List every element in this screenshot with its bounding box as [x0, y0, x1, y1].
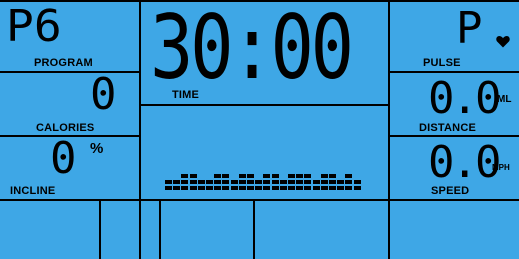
incline-unit: %: [90, 140, 104, 157]
profile-bar-segment: [222, 186, 230, 190]
profile-bar-segment: [222, 174, 230, 178]
profile-bar-segment: [165, 180, 172, 184]
speed-label: SPEED: [431, 185, 470, 197]
profile-bar-segment: [197, 186, 205, 190]
profile-bar-segment: [271, 174, 279, 178]
time-value: 30:00: [150, 0, 354, 99]
empty-segment: [0, 201, 99, 259]
profile-bar-segment: [214, 180, 222, 184]
profile-bar-segment: [279, 186, 287, 190]
profile-bar-segment: [288, 186, 295, 190]
profile-bar-segment: [173, 180, 181, 184]
pulse-value: P: [456, 3, 483, 54]
profile-bar-segment: [296, 174, 304, 178]
program-value: P6: [6, 1, 62, 52]
speed-unit: MPH: [492, 163, 510, 172]
profile-bar-segment: [238, 174, 246, 178]
profile-bar-segment: [222, 180, 230, 184]
distance-label: DISTANCE: [419, 122, 477, 134]
empty-segment: [255, 201, 388, 259]
profile-bar-segment: [271, 180, 279, 184]
profile-bar-segment: [230, 186, 238, 190]
profile-bar-segment: [206, 186, 213, 190]
profile-bar-segment: [238, 180, 246, 184]
divider: [0, 71, 140, 73]
incline-label: INCLINE: [10, 185, 56, 197]
profile-bar-segment: [320, 174, 328, 178]
incline-value: 0: [50, 133, 77, 184]
divider: [140, 104, 389, 106]
incline-profile-bargraph: [165, 158, 365, 194]
profile-bar-segment: [214, 174, 222, 178]
empty-segment: [101, 201, 159, 259]
distance-unit: ML: [497, 94, 512, 105]
profile-bar-segment: [238, 186, 246, 190]
profile-bar-segment: [345, 174, 353, 178]
speed-value: 0.0: [428, 137, 502, 188]
profile-bar-segment: [181, 174, 189, 178]
time-label: TIME: [172, 89, 200, 101]
profile-bar-segment: [263, 186, 271, 190]
profile-bar-segment: [181, 186, 189, 190]
heart-icon: [496, 36, 510, 48]
profile-bar-segment: [230, 180, 238, 184]
profile-bar-segment: [329, 174, 336, 178]
profile-bar-segment: [337, 186, 345, 190]
profile-bar-segment: [279, 180, 287, 184]
profile-bar-segment: [189, 180, 197, 184]
profile-bar-segment: [288, 174, 295, 178]
profile-bar-segment: [271, 186, 279, 190]
program-label: PROGRAM: [34, 57, 93, 69]
distance-value: 0.0: [428, 73, 502, 124]
profile-bar-segment: [353, 186, 361, 190]
pulse-label: PULSE: [423, 57, 461, 69]
profile-bar-segment: [255, 186, 263, 190]
profile-bar-segment: [320, 180, 328, 184]
profile-bar-segment: [320, 186, 328, 190]
calories-value: 0: [90, 69, 117, 120]
profile-bar-segment: [345, 186, 353, 190]
profile-bar-segment: [304, 174, 312, 178]
profile-bar-segment: [247, 186, 254, 190]
profile-bar-segment: [247, 174, 254, 178]
profile-bar-segment: [263, 174, 271, 178]
profile-bar-segment: [206, 180, 213, 184]
profile-bar-segment: [296, 180, 304, 184]
profile-bar-segment: [296, 186, 304, 190]
profile-bar-segment: [263, 180, 271, 184]
profile-bar-segment: [329, 180, 336, 184]
profile-bar-segment: [312, 180, 320, 184]
profile-bar-segment: [337, 180, 345, 184]
profile-bar-segment: [165, 186, 172, 190]
profile-bar-segment: [255, 180, 263, 184]
treadmill-console-display: P6 PROGRAM 30:00 TIME P PULSE 0 CALORIES…: [0, 0, 519, 259]
profile-bar-segment: [173, 186, 181, 190]
empty-segment: [390, 201, 519, 259]
profile-bar-segment: [181, 180, 189, 184]
profile-bar-segment: [353, 180, 361, 184]
profile-bar-segment: [345, 180, 353, 184]
profile-bar-segment: [214, 186, 222, 190]
profile-bar-segment: [288, 180, 295, 184]
profile-bar-segment: [312, 186, 320, 190]
profile-bar-segment: [304, 186, 312, 190]
profile-bar-segment: [329, 186, 336, 190]
profile-bar-segment: [304, 180, 312, 184]
empty-segment: [161, 201, 253, 259]
profile-bar-segment: [189, 186, 197, 190]
profile-bar-segment: [247, 180, 254, 184]
profile-bar-segment: [197, 180, 205, 184]
profile-bar-segment: [189, 174, 197, 178]
